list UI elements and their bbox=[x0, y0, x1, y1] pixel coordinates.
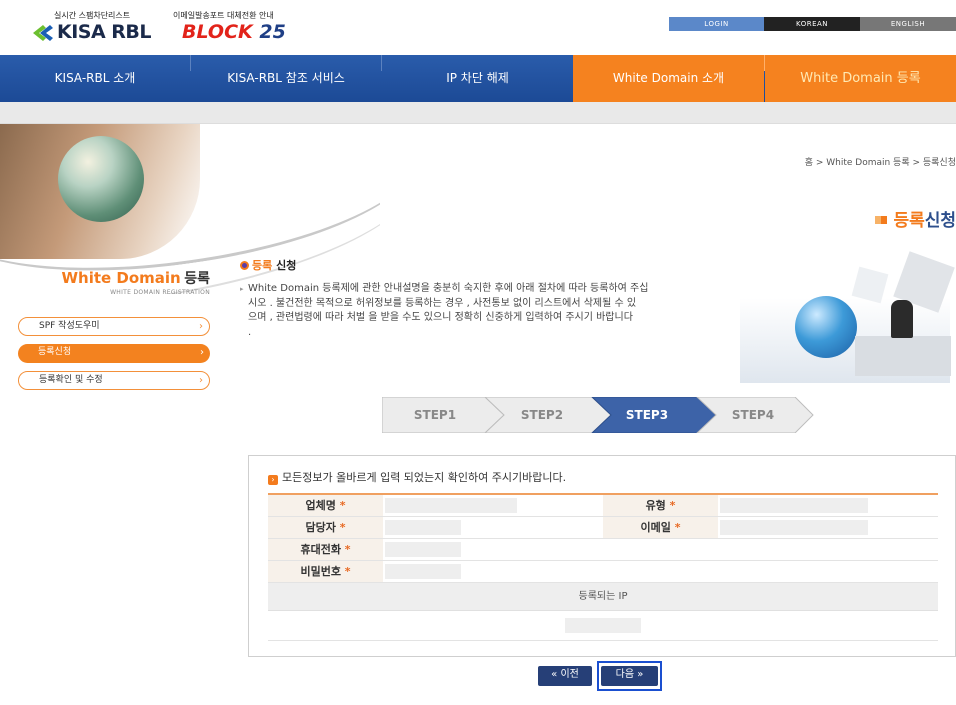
password-label: 비밀번호 * bbox=[268, 561, 383, 582]
sub-navigation-bar bbox=[0, 102, 956, 124]
password-label-text: 비밀번호 bbox=[300, 565, 341, 578]
sidebar-item-label: SPF 작성도우미 bbox=[39, 321, 100, 331]
sidebar-subtitle: WHITE DOMAIN REGISTRATION bbox=[110, 289, 210, 296]
login-button[interactable]: LOGIN bbox=[669, 17, 764, 31]
email-label: 이메일 * bbox=[603, 517, 718, 538]
form-row-manager-email: 담당자 * 이메일 * bbox=[268, 517, 938, 539]
businessman-illustration bbox=[735, 248, 956, 383]
sidebar-item-label: 등록신청 bbox=[38, 347, 72, 357]
email-label-text: 이메일 bbox=[640, 521, 671, 534]
intro-description: ▸ White Domain 등록제에 관한 안내설명을 충분히 숙지한 후에 … bbox=[240, 282, 735, 340]
nav-ip-unblock[interactable]: IP 차단 해제 bbox=[382, 55, 573, 102]
nav-white-domain-register[interactable]: White Domain 등록 bbox=[765, 55, 956, 102]
businessman-figure bbox=[891, 300, 913, 338]
mobile-value bbox=[385, 542, 461, 557]
form-notice: › 모든정보가 올바르게 입력 되었는지 확인하여 주시기바랍니다. bbox=[268, 469, 566, 485]
type-label: 유형 * bbox=[603, 495, 718, 516]
nav-white-domain-intro[interactable]: White Domain 소개 bbox=[573, 55, 764, 102]
intro-line: White Domain 등록제에 관한 안내설명을 충분히 숙지한 후에 아래… bbox=[248, 283, 649, 294]
type-value bbox=[720, 498, 868, 513]
site-logo[interactable]: 실시간 스팸차단리스트 KISA RBL 이메일발송포트 대체전환 안내 BLO… bbox=[30, 10, 286, 46]
manager-value bbox=[385, 520, 461, 535]
required-mark: * bbox=[669, 499, 676, 512]
sidebar-title-rest: 등록 bbox=[184, 271, 210, 287]
block25-logo[interactable]: BLOCK 25 bbox=[182, 21, 286, 43]
block25-word: BLOCK bbox=[182, 21, 253, 43]
page-title-accent: 등록 bbox=[893, 211, 925, 231]
block25-tagline: 이메일발송포트 대체전환 안내 bbox=[173, 11, 274, 20]
bullet-arrow-icon: ▸ bbox=[240, 285, 244, 293]
company-value bbox=[385, 498, 517, 513]
next-button[interactable]: 다음 » bbox=[601, 666, 658, 686]
form-row-mobile: 휴대전화 * bbox=[268, 539, 938, 561]
sidebar-title-accent: White Domain bbox=[61, 269, 181, 287]
company-label-text: 업체명 bbox=[305, 499, 336, 512]
step-3-active: STEP3 bbox=[625, 408, 669, 422]
section-bullet-icon bbox=[240, 261, 249, 270]
section-title-rest: 신청 bbox=[276, 259, 297, 272]
step-4: STEP4 bbox=[731, 408, 775, 422]
sidebar-item-spf-helper[interactable]: SPF 작성도우미 › bbox=[18, 317, 210, 336]
notice-arrow-icon: › bbox=[268, 475, 278, 485]
step-1: STEP1 bbox=[413, 408, 457, 422]
mobile-label-text: 휴대전화 bbox=[300, 543, 341, 556]
ip-section-header: 등록되는 IP bbox=[268, 583, 938, 611]
intro-line: . bbox=[248, 326, 252, 338]
required-mark: * bbox=[344, 565, 351, 578]
chevron-right-icon: › bbox=[200, 347, 204, 358]
type-label-text: 유형 bbox=[645, 499, 666, 512]
section-title-accent: 등록 bbox=[252, 259, 273, 272]
chevron-right-icon: › bbox=[199, 321, 203, 332]
required-mark: * bbox=[674, 521, 681, 534]
manager-label: 담당자 * bbox=[268, 517, 383, 538]
logo-tagline: 실시간 스팸차단리스트 bbox=[54, 11, 131, 20]
ip-list-row bbox=[268, 611, 938, 641]
page-title-rest: 신청 bbox=[924, 211, 956, 231]
password-value bbox=[385, 564, 461, 579]
company-label: 업체명 * bbox=[268, 495, 383, 516]
required-mark: * bbox=[339, 499, 346, 512]
globe-icon bbox=[58, 136, 144, 222]
intro-line: 으며 , 관련법령에 따라 처벌 을 받을 수도 있으니 정확히 신중하게 입력… bbox=[248, 312, 633, 323]
required-mark: * bbox=[339, 521, 346, 534]
sidebar-item-confirm-edit[interactable]: 등록확인 및 수정 › bbox=[18, 371, 210, 390]
confirmation-form: › 모든정보가 올바르게 입력 되었는지 확인하여 주시기바랍니다. 업체명 * … bbox=[248, 455, 956, 657]
sidebar-item-label: 등록확인 및 수정 bbox=[39, 375, 103, 385]
breadcrumb: 홈 > White Domain 등록 > 등록신청 bbox=[804, 158, 956, 168]
kisa-arrow-icon bbox=[30, 22, 56, 44]
section-title: 등록 신청 bbox=[240, 257, 296, 273]
logo-text: KISA RBL bbox=[57, 21, 152, 43]
step-2: STEP2 bbox=[520, 408, 564, 422]
required-mark: * bbox=[344, 543, 351, 556]
sidebar-title: White Domain 등록 bbox=[30, 268, 210, 288]
chevron-right-icon: › bbox=[199, 375, 203, 386]
email-value bbox=[720, 520, 868, 535]
english-language-button[interactable]: ENGLISH bbox=[860, 17, 956, 31]
form-notice-text: 모든정보가 올바르게 입력 되었는지 확인하여 주시기바랍니다. bbox=[282, 471, 567, 484]
form-row-password: 비밀번호 * bbox=[268, 561, 938, 583]
manager-label-text: 담당자 bbox=[305, 521, 336, 534]
form-row-company-type: 업체명 * 유형 * bbox=[268, 495, 938, 517]
block25-number: 25 bbox=[259, 21, 286, 43]
main-navigation: KISA-RBL 소개 KISA-RBL 참조 서비스 IP 차단 해제 Whi… bbox=[0, 55, 956, 102]
prev-button[interactable]: « 이전 bbox=[538, 666, 592, 686]
nav-kisa-rbl-intro[interactable]: KISA-RBL 소개 bbox=[0, 55, 190, 102]
ip-value bbox=[565, 618, 641, 633]
title-bullet-icon bbox=[875, 216, 888, 224]
mobile-label: 휴대전화 * bbox=[268, 539, 383, 560]
sidebar-item-registration[interactable]: 등록신청 › bbox=[18, 344, 210, 363]
page-title: 등록신청 bbox=[760, 206, 956, 231]
intro-line: 시오 . 불건전한 목적으로 허위정보를 등록하는 경우 , 사전통보 없이 리… bbox=[248, 297, 637, 309]
nav-kisa-rbl-reference[interactable]: KISA-RBL 참조 서비스 bbox=[191, 55, 381, 102]
illustration-block bbox=[855, 336, 951, 376]
globe-icon bbox=[795, 296, 857, 358]
korean-language-button[interactable]: KOREAN bbox=[764, 17, 860, 31]
